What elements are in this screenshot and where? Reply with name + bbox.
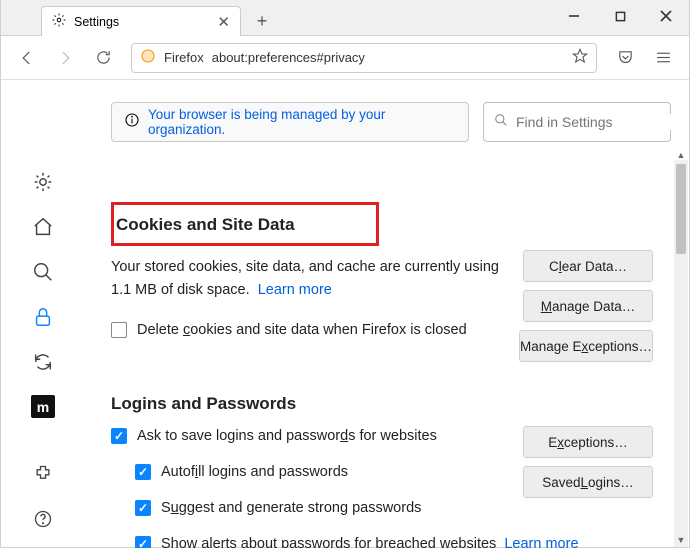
menu-button[interactable]	[647, 42, 679, 74]
tab-title: Settings	[74, 15, 119, 29]
pocket-icon[interactable]	[609, 42, 641, 74]
managed-banner: Your browser is being managed by your or…	[111, 102, 469, 142]
bookmark-star-icon[interactable]	[572, 48, 588, 67]
back-button[interactable]	[11, 42, 43, 74]
suggest-passwords-checkbox[interactable]	[135, 500, 151, 516]
clear-data-button[interactable]: Clear Data…	[523, 250, 653, 282]
autofill-logins-label: Autofill logins and passwords	[161, 464, 348, 480]
scroll-up-arrow[interactable]: ▲	[674, 148, 688, 162]
delete-on-close-label: Delete cookies and site data when Firefo…	[137, 322, 467, 338]
delete-on-close-checkbox[interactable]	[111, 322, 127, 338]
scroll-down-arrow[interactable]: ▼	[674, 533, 688, 547]
close-window-button[interactable]	[643, 0, 689, 32]
titlebar: Settings ✕ +	[1, 0, 689, 36]
address-bar[interactable]: Firefox about:preferences#privacy	[131, 43, 597, 73]
suggest-passwords-row[interactable]: Suggest and generate strong passwords	[135, 500, 671, 516]
url-address: about:preferences#privacy	[212, 50, 564, 65]
search-icon	[494, 113, 508, 132]
firefox-icon	[140, 48, 156, 67]
cookies-usage-text: Your stored cookies, site data, and cach…	[111, 256, 511, 302]
manage-data-button[interactable]: Manage Data…	[523, 290, 653, 322]
close-tab-icon[interactable]: ✕	[217, 13, 230, 31]
sidebar-sync-icon[interactable]	[31, 350, 55, 373]
settings-main: Your browser is being managed by your or…	[85, 80, 689, 548]
scrollbar[interactable]: ▲ ▼	[674, 160, 688, 547]
reload-button[interactable]	[87, 42, 119, 74]
suggest-passwords-label: Suggest and generate strong passwords	[161, 500, 421, 516]
find-settings-box[interactable]	[483, 102, 671, 142]
scroll-thumb[interactable]	[676, 164, 686, 254]
breached-learn-more-link[interactable]: Learn more	[504, 536, 578, 548]
sidebar-general-icon[interactable]	[31, 170, 55, 193]
cookies-heading-highlight: Cookies and Site Data	[111, 202, 379, 246]
find-settings-input[interactable]	[516, 114, 689, 130]
breached-alerts-checkbox[interactable]	[135, 536, 151, 548]
saved-logins-button[interactable]: Saved Logins…	[523, 466, 653, 498]
url-brand: Firefox	[164, 50, 204, 65]
sidebar-more-mozilla-icon[interactable]: m	[31, 395, 55, 418]
gear-icon	[52, 13, 66, 30]
sidebar-search-icon[interactable]	[31, 260, 55, 283]
breached-alerts-row[interactable]: Show alerts about passwords for breached…	[135, 536, 671, 548]
settings-sidebar: m	[1, 80, 85, 548]
cookies-section-title: Cookies and Site Data	[116, 215, 366, 235]
cookies-learn-more-link[interactable]: Learn more	[258, 282, 332, 298]
window-controls	[551, 0, 689, 32]
new-tab-button[interactable]: +	[247, 7, 277, 35]
toolbar: Firefox about:preferences#privacy	[1, 36, 689, 80]
browser-tab-settings[interactable]: Settings ✕	[41, 6, 241, 36]
minimize-button[interactable]	[551, 0, 597, 32]
sidebar-extensions-icon[interactable]	[31, 462, 55, 485]
manage-exceptions-button[interactable]: Manage Exceptions…	[519, 330, 653, 362]
maximize-button[interactable]	[597, 0, 643, 32]
logins-section-title: Logins and Passwords	[111, 394, 671, 414]
sidebar-privacy-icon[interactable]	[31, 305, 55, 328]
breached-alerts-label: Show alerts about passwords for breached…	[161, 536, 579, 548]
ask-save-logins-label: Ask to save logins and passwords for web…	[137, 428, 437, 444]
info-icon	[124, 112, 140, 133]
logins-exceptions-button[interactable]: Exceptions…	[523, 426, 653, 458]
autofill-logins-checkbox[interactable]	[135, 464, 151, 480]
ask-save-logins-checkbox[interactable]	[111, 428, 127, 444]
sidebar-help-icon[interactable]	[31, 507, 55, 530]
forward-button[interactable]	[49, 42, 81, 74]
managed-banner-text[interactable]: Your browser is being managed by your or…	[148, 107, 456, 137]
sidebar-home-icon[interactable]	[31, 215, 55, 238]
